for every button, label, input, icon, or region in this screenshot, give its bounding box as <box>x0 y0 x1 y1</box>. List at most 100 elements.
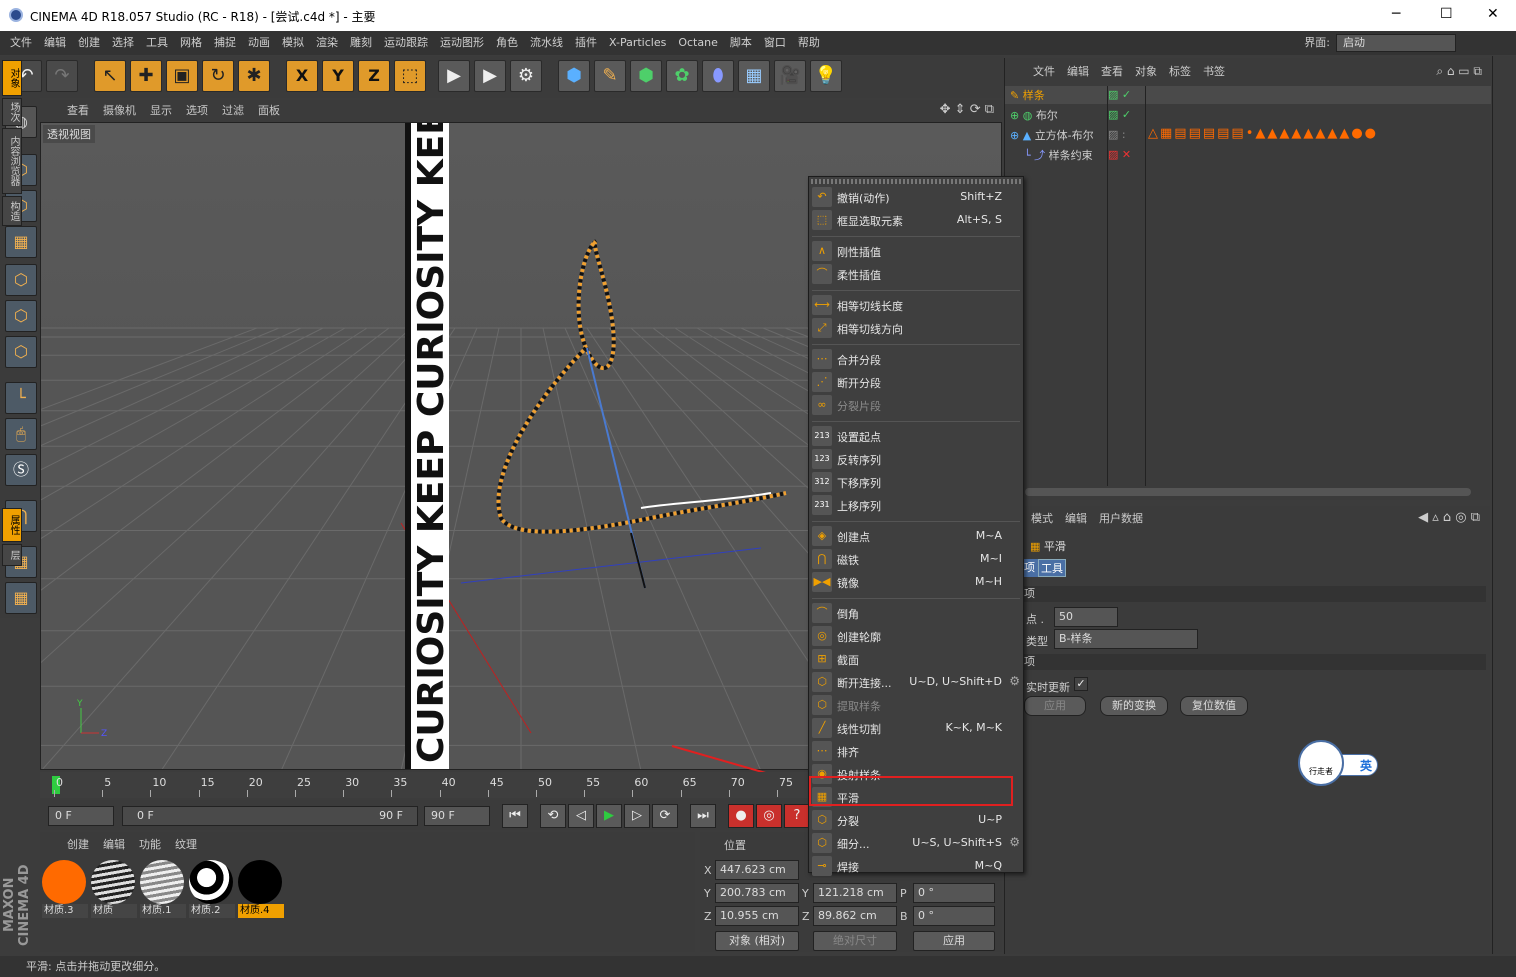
interface-selector[interactable]: 界面: 启动 <box>1304 33 1456 53</box>
context-menu-item[interactable]: ⋰ 断开分段 <box>812 371 1020 393</box>
context-menu-item[interactable]: 213 设置起点 <box>812 425 1020 447</box>
coordinate-system-icon[interactable]: ⬚ <box>394 60 426 92</box>
context-menu-item[interactable]: ⋂ 磁铁 M~I <box>812 548 1020 570</box>
menu-item[interactable]: 雕刻 <box>344 31 378 55</box>
menu-item[interactable]: 脚本 <box>724 31 758 55</box>
subdivision-surface-icon[interactable]: ⬢ <box>630 60 662 92</box>
material-menu-item[interactable]: 编辑 <box>96 834 132 856</box>
points-mode-icon[interactable]: ⬡ <box>5 264 37 296</box>
object-menu-item[interactable]: 查看 <box>1095 58 1129 86</box>
tab-objects[interactable]: 对象 <box>2 60 22 96</box>
light-icon[interactable]: 💡 <box>810 60 842 92</box>
context-menu-item[interactable]: ◈ 创建点 M~A <box>812 525 1020 547</box>
close-button[interactable]: ✕ <box>1487 6 1499 22</box>
object-menu-item[interactable]: 书签 <box>1197 58 1231 86</box>
viewport-nav-icons[interactable]: ✥ ⇕ ⟳ ⧉ <box>940 102 994 117</box>
render-view-icon[interactable]: ▶ <box>438 60 470 92</box>
context-menu-item[interactable]: ∧ 刚性插值 <box>812 240 1020 262</box>
cloner-icon[interactable]: ✿ <box>666 60 698 92</box>
tweak-mode-icon[interactable]: 🖱 <box>5 418 37 450</box>
menu-item[interactable]: 捕捉 <box>208 31 242 55</box>
menu-item[interactable]: 运动图形 <box>434 31 490 55</box>
recent-tool-icon[interactable]: ✱ <box>238 60 270 92</box>
context-menu-item[interactable]: ⬡ 分裂 U~P <box>812 809 1020 831</box>
live-select-icon[interactable]: ↖ <box>94 60 126 92</box>
context-menu-item[interactable]: ⬡ 断开连接... U~D, U~Shift+D ⚙ <box>812 671 1020 693</box>
menu-item[interactable]: 网格 <box>174 31 208 55</box>
timeline-ruler[interactable]: 0 5 10 15 20 25 30 35 40 45 50 55 60 65 70 75 <box>40 772 810 798</box>
polygons-mode-icon[interactable]: ⬡ <box>5 336 37 368</box>
tab-attributes[interactable]: 属性 <box>2 508 22 542</box>
apply-button[interactable]: 应用 <box>1024 696 1086 716</box>
go-to-end-icon[interactable]: ⏭ <box>690 804 716 828</box>
menu-item[interactable]: Octane <box>672 31 724 55</box>
reset-values-button[interactable]: 复位数值 <box>1180 696 1248 716</box>
axis-mode-icon[interactable]: └ <box>5 382 37 414</box>
go-to-start-icon[interactable]: ⏮ <box>502 804 528 828</box>
object-row-boole[interactable]: ⊕ ◍ 布尔 <box>1010 107 1058 125</box>
viewport-menu-item[interactable]: 显示 <box>143 100 179 122</box>
viewport-menu-item[interactable]: 面板 <box>251 100 287 122</box>
viewport-menu-item[interactable]: 摄像机 <box>96 100 143 122</box>
object-row-spline[interactable]: ✎ 样条 <box>1010 87 1045 105</box>
gear-icon[interactable]: ⚙ <box>1009 674 1020 688</box>
previous-key-icon[interactable]: ⟲ <box>540 804 566 828</box>
context-menu-item[interactable]: ⬡ 提取样条 <box>812 694 1020 716</box>
object-menu-item[interactable]: 标签 <box>1163 58 1197 86</box>
object-menu-item[interactable]: 编辑 <box>1061 58 1095 86</box>
tab-content-browser[interactable]: 内容浏览器 <box>2 128 22 194</box>
tab-tool[interactable]: 工具 <box>1038 559 1066 577</box>
material-swatch[interactable]: 材质.2 <box>189 860 235 920</box>
viewport-menu-item[interactable]: 选项 <box>179 100 215 122</box>
context-menu-item[interactable]: 231 上移序列 <box>812 494 1020 516</box>
y-axis-lock-button[interactable]: Y <box>322 60 354 92</box>
play-icon[interactable]: ▶ <box>596 804 622 828</box>
object-manager-nav-icons[interactable]: ⌕ ⌂ ▭ ⧉ <box>1436 64 1482 79</box>
menu-item[interactable]: 帮助 <box>792 31 826 55</box>
menu-item[interactable]: 工具 <box>140 31 174 55</box>
menu-item[interactable]: 运动跟踪 <box>378 31 434 55</box>
context-menu-item[interactable]: ⊸ 焊接 M~Q <box>812 855 1020 877</box>
menu-item[interactable]: 创建 <box>72 31 106 55</box>
context-menu-item[interactable]: ⌒ 倒角 <box>812 602 1020 624</box>
context-menu-item[interactable]: ⤢ 相等切线方向 <box>812 317 1020 339</box>
object-tags-row[interactable]: △▦▤▤▤▤▤•▲▲▲▲▲▲▲▲●● <box>1148 126 1488 144</box>
rotation-p-field[interactable]: 0 ° <box>913 883 995 903</box>
render-settings-icon[interactable]: ⚙ <box>510 60 542 92</box>
autokey-icon[interactable]: ◎ <box>756 804 782 828</box>
material-swatch[interactable]: 材质.1 <box>140 860 186 920</box>
context-menu-item[interactable]: ⟷ 相等切线长度 <box>812 294 1020 316</box>
gear-icon[interactable]: ⚙ <box>1009 835 1020 849</box>
attribute-menu-item[interactable]: 模式 <box>1025 506 1059 532</box>
context-menu-item[interactable]: ⌒ 柔性插值 <box>812 263 1020 285</box>
visibility-disabled-icon[interactable]: ▨ ✕ <box>1108 148 1131 161</box>
attribute-nav-icons[interactable]: ◀ ▵ ⌂ ◎ ⧉ <box>1418 510 1480 525</box>
realtime-update-checkbox[interactable]: ✓ <box>1074 677 1088 691</box>
rotate-tool-icon[interactable]: ↻ <box>202 60 234 92</box>
attribute-menu-item[interactable]: 编辑 <box>1059 506 1093 532</box>
new-transform-button[interactable]: 新的变换 <box>1100 696 1168 716</box>
maximize-button[interactable]: ☐ <box>1440 6 1453 22</box>
context-menu-item[interactable]: ╱ 线性切割 K~K, M~K <box>812 717 1020 739</box>
tab-project[interactable]: 项 <box>1024 559 1038 577</box>
menu-item[interactable]: X-Particles <box>603 31 672 55</box>
object-menu-item[interactable]: 对象 <box>1129 58 1163 86</box>
menu-item[interactable]: 角色 <box>490 31 524 55</box>
rotation-b-field[interactable]: 0 ° <box>913 906 995 926</box>
previous-frame-icon[interactable]: ◁ <box>568 804 594 828</box>
grid-snap-icon[interactable]: ▦ <box>5 582 37 614</box>
floor-icon[interactable]: ▦ <box>738 60 770 92</box>
menu-item[interactable]: 流水线 <box>524 31 569 55</box>
points-field[interactable]: 50 <box>1054 607 1118 627</box>
position-x-field[interactable]: 447.623 cm <box>715 860 799 880</box>
next-key-icon[interactable]: ⟳ <box>652 804 678 828</box>
menu-item[interactable]: 模拟 <box>276 31 310 55</box>
material-menu-item[interactable]: 功能 <box>132 834 168 856</box>
context-menu-item[interactable]: ◎ 创建轮廓 <box>812 625 1020 647</box>
record-icon[interactable]: ● <box>728 804 754 828</box>
menu-item[interactable]: 文件 <box>4 31 38 55</box>
visibility-check-icon[interactable]: ▨ ✓ <box>1108 88 1131 101</box>
type-dropdown[interactable]: B-样条 <box>1054 629 1198 649</box>
coord-mode-dropdown[interactable]: 对象 (相对) <box>715 931 799 951</box>
menu-item[interactable]: 窗口 <box>758 31 792 55</box>
